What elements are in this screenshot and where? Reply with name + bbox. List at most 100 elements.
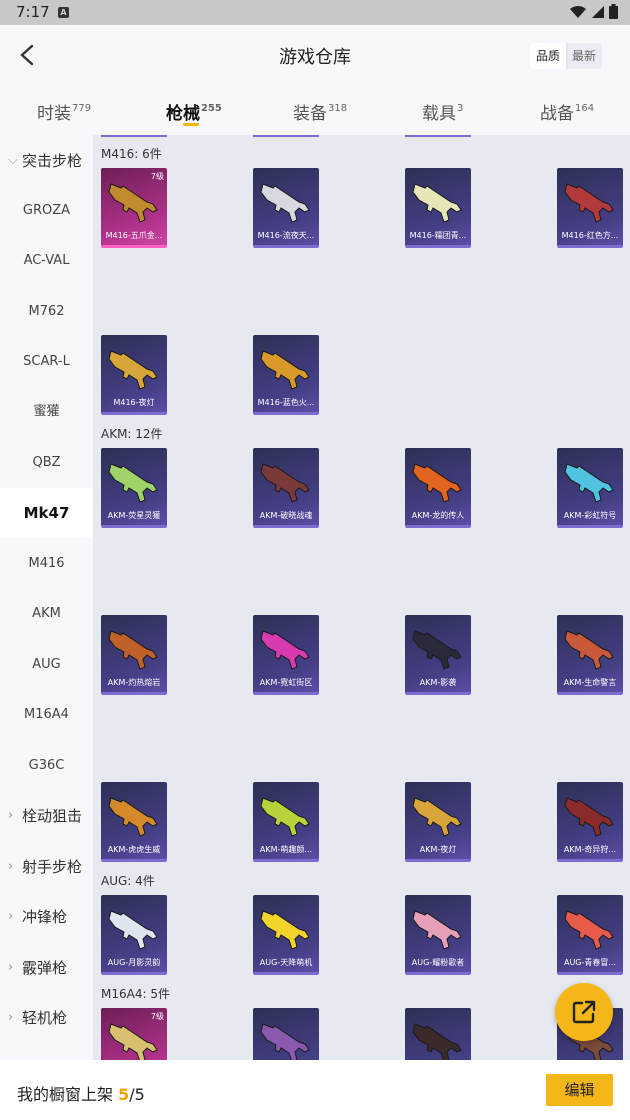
weapon-card[interactable]: AUG-天降萌机 <box>253 895 319 975</box>
weapon-card[interactable]: AKM-龙的传人 <box>405 448 471 528</box>
weapon-card[interactable]: AKM-夜灯 <box>405 782 471 862</box>
rifle-icon <box>260 910 310 950</box>
sidebar-item-m762[interactable]: M762 <box>0 287 93 337</box>
rifle-icon <box>108 1023 158 1060</box>
showcase-footer: 我的橱窗上架 5/5 编辑 <box>0 1060 630 1120</box>
rifle-icon <box>564 463 614 503</box>
sidebar-item-qbz[interactable]: QBZ <box>0 438 93 488</box>
tab-count: 164 <box>575 103 595 114</box>
weapon-card[interactable]: AKM-破晓战魂 <box>253 448 319 528</box>
sort-latest-button[interactable]: 最新 <box>566 43 602 69</box>
sidebar-item-label: 射手步枪 <box>22 858 83 876</box>
weapon-card-label: M416-夜灯 <box>113 398 155 407</box>
weapon-card[interactable]: M416-夜灯 <box>101 335 167 415</box>
sidebar-item-label: 霰弹枪 <box>22 959 68 977</box>
weapon-type-sidebar: ⌵ 突击步枪 GROZA AC-VAL M762 SCAR-L 蜜獾 QBZ Mk… <box>0 135 93 1060</box>
share-icon <box>572 1000 596 1024</box>
showcase-status: 我的橱窗上架 5/5 <box>17 1081 145 1105</box>
tab-active-indicator <box>183 123 199 126</box>
weapon-card[interactable]: 7级 <box>101 1008 167 1060</box>
chevron-right-icon: › <box>8 859 14 874</box>
sidebar-item-m416[interactable]: M416 <box>0 539 93 589</box>
rifle-icon <box>412 1023 462 1060</box>
chevron-right-icon: › <box>8 960 14 975</box>
weapon-card-label: M416-红色方... <box>561 231 619 240</box>
weapon-card[interactable]: AKM-虎虎生威 <box>101 782 167 862</box>
weapon-card[interactable] <box>253 1008 319 1060</box>
weapon-card-label: AUG-月影灵韵 <box>107 958 161 967</box>
weapon-card[interactable]: AUG-月影灵韵 <box>101 895 167 975</box>
weapon-card[interactable]: M416-糯团青... <box>405 168 471 248</box>
weapon-card[interactable]: M416-红色方... <box>557 168 623 248</box>
rifle-icon <box>108 350 158 390</box>
sidebar-category-assault-rifle[interactable]: ⌵ 突击步枪 <box>0 136 93 186</box>
rifle-icon <box>108 910 158 950</box>
weapon-card[interactable]: AKM-生命警言 <box>557 615 623 695</box>
sort-quality-button[interactable]: 品质 <box>529 43 566 69</box>
card-peek <box>253 135 319 137</box>
wifi-icon <box>569 4 587 23</box>
weapon-card-label: AKM-奇异狩... <box>563 845 617 854</box>
sidebar-category-shotgun[interactable]: › 霰弹枪 <box>0 943 93 993</box>
battery-icon <box>609 3 618 23</box>
card-peek <box>101 135 167 137</box>
edit-button[interactable]: 编辑 <box>546 1074 613 1106</box>
rifle-icon <box>564 797 614 837</box>
weapon-card-label: M416-五爪金... <box>105 231 163 240</box>
sidebar-item-scar-l[interactable]: SCAR-L <box>0 337 93 387</box>
sidebar-item-label: 轻机枪 <box>22 1009 68 1027</box>
group-label: AUG: 4件 <box>101 874 155 888</box>
sidebar-category-lmg[interactable]: › 轻机枪 <box>0 993 93 1043</box>
rifle-icon <box>564 183 614 223</box>
sidebar-item-honey-badger[interactable]: 蜜獾 <box>0 387 93 437</box>
weapon-card-label: AKM-夜灯 <box>419 845 457 854</box>
sidebar-item-m16a4[interactable]: M16A4 <box>0 690 93 740</box>
notification-icon: A <box>58 7 69 18</box>
weapon-card[interactable] <box>405 1008 471 1060</box>
weapon-card[interactable]: AUG-耀粉歌者 <box>405 895 471 975</box>
weapon-card-label: M416-流夜天... <box>257 231 315 240</box>
category-tabs: 时装779 枪械255 装备318 载具3 战备164 <box>0 85 630 135</box>
sidebar-item-mk47[interactable]: Mk47 <box>0 488 93 538</box>
sidebar-item-groza[interactable]: GROZA <box>0 186 93 236</box>
tab-count: 255 <box>201 103 222 114</box>
weapon-card[interactable]: M416-蓝色火... <box>253 335 319 415</box>
rifle-icon <box>260 797 310 837</box>
weapon-card-label: M416-糯团青... <box>409 231 467 240</box>
chevron-right-icon: › <box>8 909 14 924</box>
weapon-card[interactable]: AUG-青春冒... <box>557 895 623 975</box>
share-button[interactable] <box>555 983 613 1041</box>
weapon-card[interactable]: AKM-灼热熔岩 <box>101 615 167 695</box>
sidebar-item-ac-val[interactable]: AC-VAL <box>0 236 93 286</box>
rifle-icon <box>412 630 462 670</box>
weapon-card[interactable]: AKM-彩虹符号 <box>557 448 623 528</box>
tab-supplies[interactable]: 战备164 <box>540 99 594 124</box>
weapon-card[interactable]: AKM-霓虹街区 <box>253 615 319 695</box>
tab-equipment[interactable]: 装备318 <box>293 99 347 124</box>
sidebar-item-g36c[interactable]: G36C <box>0 741 93 791</box>
rifle-icon <box>260 1023 310 1060</box>
sidebar-item-aug[interactable]: AUG <box>0 640 93 690</box>
sidebar-category-bolt-sniper[interactable]: › 栓动狙击 <box>0 791 93 841</box>
rifle-icon <box>412 797 462 837</box>
chevron-right-icon: › <box>8 1010 14 1025</box>
app-header: 游戏仓库 品质 最新 <box>0 25 630 85</box>
weapon-card[interactable]: AKM-萌趣颜... <box>253 782 319 862</box>
level-badge: 7级 <box>150 172 164 181</box>
weapon-card[interactable]: AKM-荧星灵獾 <box>101 448 167 528</box>
tab-firearms[interactable]: 枪械255 <box>166 99 222 126</box>
sidebar-item-akm[interactable]: AKM <box>0 589 93 639</box>
tab-fashion[interactable]: 时装779 <box>37 99 91 124</box>
sidebar-category-marksman-rifle[interactable]: › 射手步枪 <box>0 842 93 892</box>
weapon-card[interactable]: AKM-影袭 <box>405 615 471 695</box>
sidebar-category-smg[interactable]: › 冲锋枪 <box>0 892 93 942</box>
signal-icon <box>591 4 605 23</box>
weapon-card[interactable]: AKM-奇异狩... <box>557 782 623 862</box>
tab-vehicles[interactable]: 载具3 <box>422 99 463 124</box>
weapon-card-label: M416-蓝色火... <box>257 398 315 407</box>
system-icons <box>569 3 618 23</box>
tab-label: 载具 <box>422 104 456 124</box>
weapon-card[interactable]: 7级 M416-五爪金... <box>101 168 167 248</box>
sort-toggle: 品质 最新 <box>529 43 602 69</box>
weapon-card[interactable]: M416-流夜天... <box>253 168 319 248</box>
